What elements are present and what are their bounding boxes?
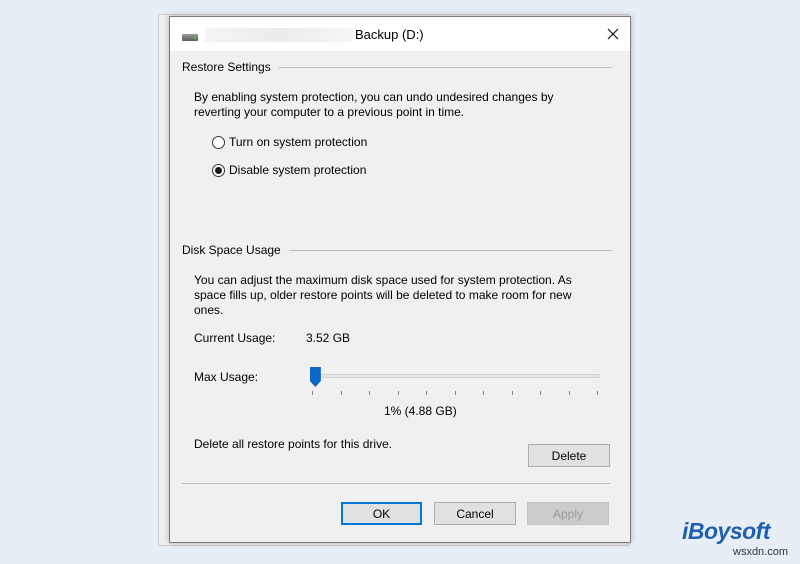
footer-divider — [182, 483, 610, 484]
slider-tick — [483, 391, 484, 395]
iboysoft-logo: iBoysoft — [682, 518, 771, 544]
max-usage-slider-thumb[interactable] — [309, 367, 321, 387]
redacted-title-area — [205, 28, 353, 42]
close-button[interactable] — [596, 17, 630, 51]
restore-settings-group-label: Restore Settings — [182, 60, 279, 74]
slider-tick — [340, 391, 342, 395]
radio-button[interactable] — [212, 136, 225, 149]
disk-space-group-label: Disk Space Usage — [182, 243, 289, 257]
system-protection-dialog: Backup (D:) Restore Settings By enabling… — [169, 16, 631, 543]
drive-icon — [182, 34, 198, 41]
cancel-button[interactable]: Cancel — [434, 502, 516, 525]
current-usage-value: 3.52 GB — [306, 331, 351, 345]
max-usage-label: Max Usage: — [194, 370, 259, 384]
slider-tick — [568, 391, 570, 395]
radio-button-selected[interactable] — [212, 164, 225, 177]
ok-button[interactable]: OK — [341, 502, 422, 525]
slider-tick — [597, 391, 598, 395]
apply-button[interactable]: Apply — [527, 502, 609, 525]
slider-tick — [511, 391, 513, 395]
max-usage-slider-track[interactable] — [310, 374, 600, 378]
radio-label-disable: Disable system protection — [229, 163, 367, 177]
slider-tick — [369, 391, 370, 395]
close-icon — [607, 28, 619, 40]
window-title: Backup (D:) — [355, 27, 424, 42]
slider-tick — [454, 391, 456, 395]
current-usage-label: Current Usage: — [194, 331, 276, 345]
title-bar: Backup (D:) — [170, 17, 630, 51]
max-usage-value: 1% (4.88 GB) — [384, 404, 457, 418]
watermark-text: wsxdn.com — [733, 546, 789, 558]
restore-settings-description: By enabling system protection, you can u… — [194, 90, 554, 119]
slider-tick — [312, 391, 313, 395]
slider-tick — [540, 391, 541, 395]
delete-description: Delete all restore points for this drive… — [194, 437, 393, 451]
radio-label-turn-on: Turn on system protection — [229, 135, 368, 149]
slider-tick — [426, 391, 427, 395]
slider-tick — [397, 391, 399, 395]
disk-space-description: You can adjust the maximum disk space us… — [194, 273, 572, 317]
delete-button[interactable]: Delete — [528, 444, 610, 467]
